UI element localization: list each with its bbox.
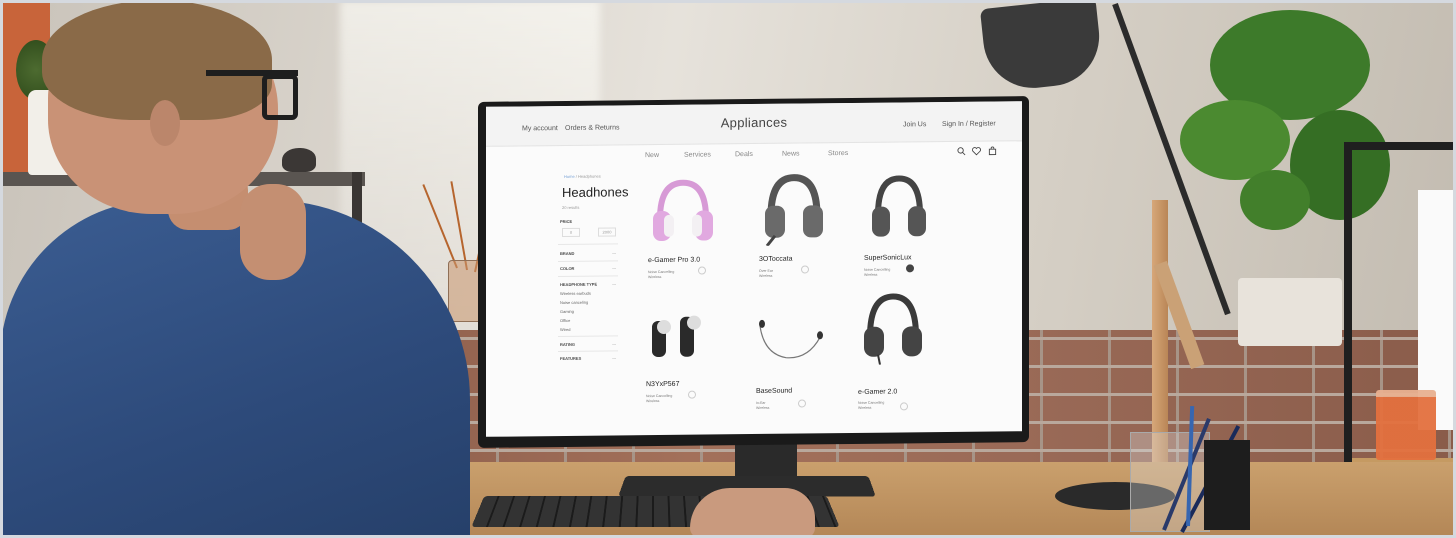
product-feature: Wireless bbox=[646, 398, 660, 404]
join-us-link[interactable]: Join Us bbox=[903, 121, 926, 128]
person-hand-on-chin bbox=[240, 184, 306, 280]
product-feature: Wireless bbox=[864, 272, 878, 277]
plant-leaves bbox=[1180, 100, 1290, 180]
product-name[interactable]: e-Gamer 2.0 bbox=[858, 388, 897, 395]
over-ear-headphones-image[interactable] bbox=[858, 292, 928, 365]
product-feature: Wireless bbox=[759, 273, 773, 278]
add-to-wishlist-button[interactable] bbox=[906, 264, 914, 273]
person-hand bbox=[690, 488, 815, 538]
divider bbox=[558, 260, 618, 263]
person-ear bbox=[150, 100, 180, 146]
person-shirt bbox=[0, 200, 470, 538]
product-name[interactable]: 3OToccata bbox=[759, 256, 792, 263]
product-card[interactable]: N3YxP567 Noise Cancelling Wireless bbox=[646, 298, 756, 429]
add-to-wishlist-button[interactable] bbox=[801, 265, 809, 274]
add-to-wishlist-button[interactable] bbox=[900, 402, 908, 411]
plant-pot bbox=[1238, 278, 1342, 346]
pink-headphones-image[interactable] bbox=[648, 174, 718, 247]
price-max-input[interactable]: 2000 bbox=[598, 227, 616, 237]
monitor-stand bbox=[735, 440, 797, 480]
product-feature: Wireless bbox=[648, 274, 662, 280]
filter-headphone-type[interactable]: HEADPHONE TYPE bbox=[560, 282, 597, 287]
product-card[interactable]: e-Gamer 2.0 Noise Cancelling Wireless bbox=[858, 292, 968, 423]
store-topbar: My account Orders & Returns Appliances J… bbox=[486, 101, 1022, 147]
chevron-down-icon[interactable]: — bbox=[612, 265, 616, 270]
filter-option[interactable]: Gaming bbox=[560, 309, 574, 314]
breadcrumb-current: Headphones bbox=[578, 173, 601, 179]
breadcrumb-separator: / bbox=[575, 173, 577, 179]
product-card[interactable]: e-Gamer Pro 3.0 Noise Cancelling Wireles… bbox=[648, 174, 758, 305]
nav-deals[interactable]: Deals bbox=[735, 151, 753, 158]
chevron-down-icon[interactable]: — bbox=[612, 355, 616, 360]
divider bbox=[558, 275, 618, 278]
desk-organizer bbox=[1204, 440, 1250, 530]
filter-brand[interactable]: BRAND bbox=[560, 251, 574, 256]
filter-option[interactable]: Wired bbox=[560, 327, 570, 332]
dark-headphones-image[interactable] bbox=[864, 172, 934, 245]
product-feature: Noise Cancelling bbox=[646, 393, 673, 399]
gray-gaming-headset-image[interactable] bbox=[759, 173, 829, 246]
price-filter-label: PRICE bbox=[560, 218, 573, 225]
add-to-wishlist-button[interactable] bbox=[798, 399, 806, 408]
sign-in-link[interactable]: Sign In / Register bbox=[942, 120, 996, 128]
product-feature: Wireless bbox=[858, 405, 872, 410]
nav-stores[interactable]: Stores bbox=[828, 150, 848, 157]
breadcrumb: Home / Headphones bbox=[564, 174, 601, 179]
chevron-down-icon[interactable]: — bbox=[612, 250, 616, 255]
bag-icon[interactable] bbox=[987, 146, 997, 156]
product-feature: Wireless bbox=[756, 405, 770, 410]
product-name[interactable]: BaseSound bbox=[756, 388, 792, 395]
divider bbox=[558, 335, 618, 338]
nav-news[interactable]: News bbox=[782, 151, 800, 158]
chevron-down-icon[interactable]: — bbox=[612, 341, 616, 346]
candle bbox=[1376, 390, 1436, 460]
nav-services[interactable]: Services bbox=[684, 151, 711, 158]
divider bbox=[558, 243, 618, 246]
product-name[interactable]: N3YxP567 bbox=[646, 381, 679, 388]
page-title: Headhones bbox=[562, 184, 629, 201]
filter-option[interactable]: Noise canceling bbox=[560, 300, 588, 305]
decor-rock bbox=[282, 148, 316, 172]
nav-new[interactable]: New bbox=[645, 152, 659, 159]
results-count: 20 results bbox=[562, 204, 580, 211]
add-to-wishlist-button[interactable] bbox=[698, 266, 706, 275]
filter-option[interactable]: Office bbox=[560, 318, 570, 323]
price-min-input[interactable]: 0 bbox=[562, 227, 580, 238]
plant-leaves bbox=[1240, 170, 1310, 230]
product-feature: Over Ear bbox=[759, 268, 774, 273]
product-name[interactable]: e-Gamer Pro 3.0 bbox=[648, 257, 700, 265]
product-card[interactable]: BaseSound In-Ear Wireless bbox=[756, 297, 866, 428]
product-feature: In-Ear bbox=[756, 400, 766, 405]
filter-color[interactable]: COLOR bbox=[560, 266, 574, 271]
earbuds-image[interactable] bbox=[646, 298, 716, 371]
add-to-wishlist-button[interactable] bbox=[688, 390, 696, 399]
breadcrumb-home[interactable]: Home bbox=[564, 174, 575, 179]
search-icon[interactable] bbox=[956, 147, 966, 157]
wired-earphones-image[interactable] bbox=[756, 297, 826, 370]
product-card[interactable]: SuperSonicLux Noise Cancelling Wireless bbox=[864, 172, 974, 303]
product-feature: Noise Cancelling bbox=[648, 269, 675, 275]
heart-icon[interactable] bbox=[971, 147, 981, 157]
filter-features[interactable]: FEATURES bbox=[560, 356, 581, 361]
filter-option[interactable]: Wireless earbuds bbox=[560, 291, 591, 296]
product-feature: Noise Cancelling bbox=[858, 400, 885, 405]
product-name[interactable]: SuperSonicLux bbox=[864, 254, 911, 261]
chevron-up-icon[interactable]: — bbox=[612, 281, 616, 286]
filter-rating[interactable]: RATING bbox=[560, 342, 575, 347]
monitor-screen: My account Orders & Returns Appliances J… bbox=[486, 101, 1022, 437]
eyeglasses-lens bbox=[262, 74, 298, 120]
product-feature: Noise Cancelling bbox=[864, 267, 891, 272]
divider bbox=[558, 350, 618, 353]
product-card[interactable]: 3OToccata Over Ear Wireless bbox=[759, 173, 869, 304]
